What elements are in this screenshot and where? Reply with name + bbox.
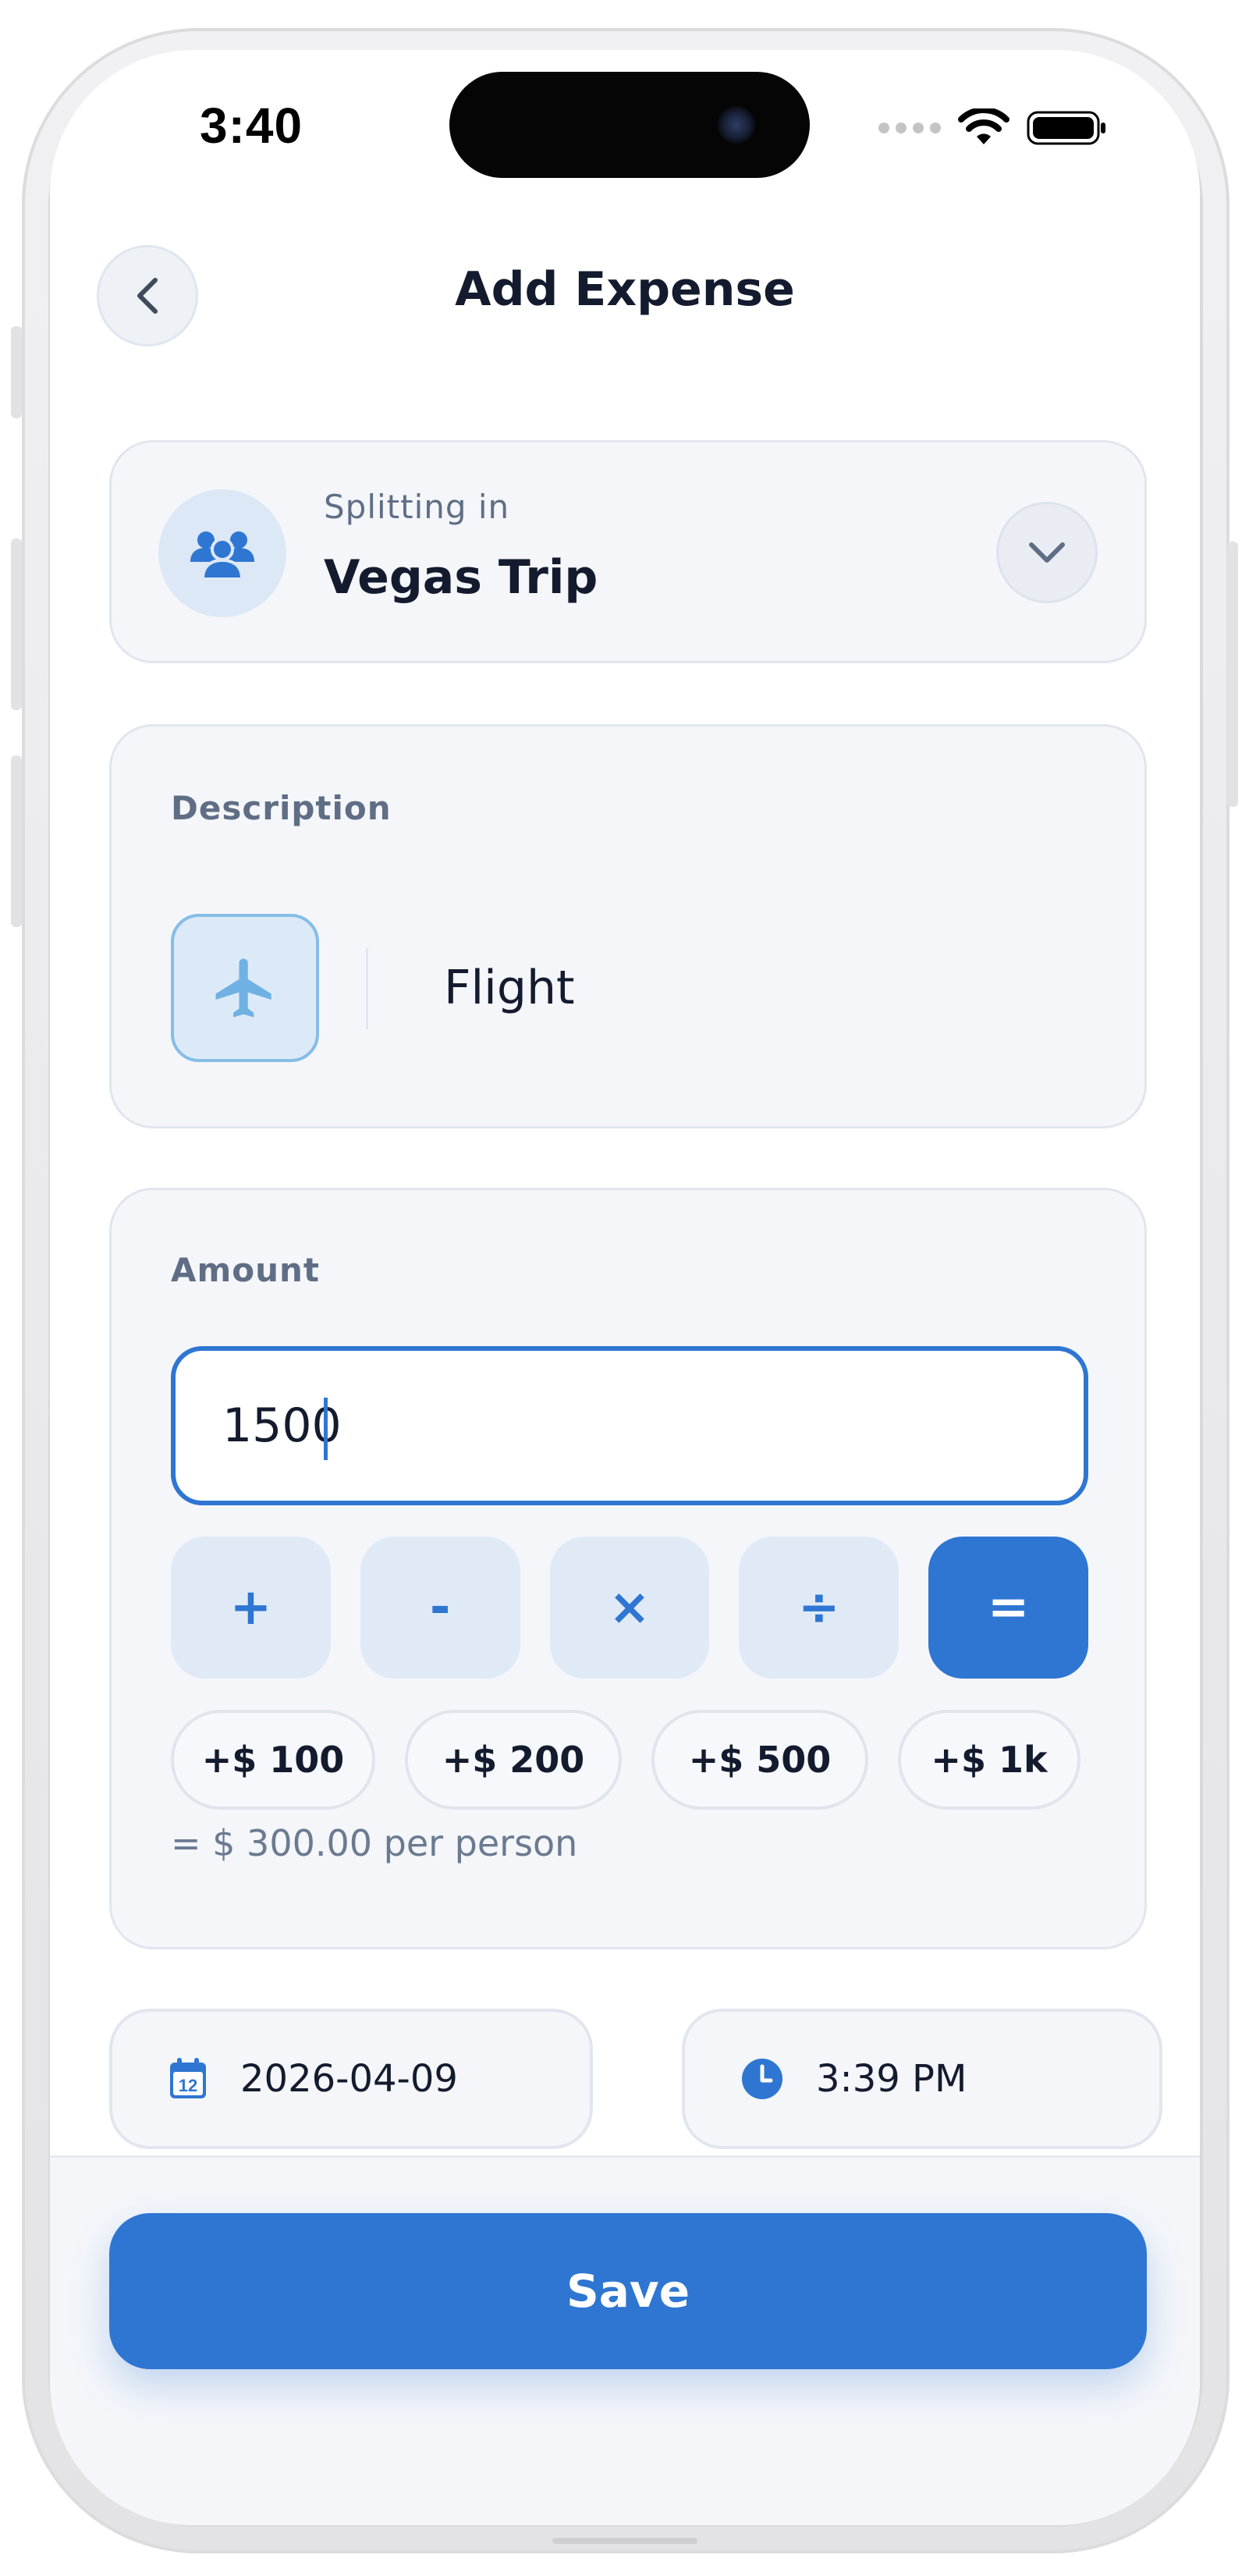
group-dropdown-button[interactable] [996,502,1098,603]
dynamic-island [449,72,810,178]
time-value: 3:39 PM [816,2057,967,2101]
date-picker[interactable]: 12 2026-04-09 [109,2009,593,2149]
group-avatar [158,489,286,617]
equals-button[interactable]: = [928,1537,1088,1679]
front-camera [718,106,755,144]
quick-add-200-chip[interactable]: +$ 200 [405,1710,622,1810]
page-title: Add Expense [455,262,795,317]
quick-add-500-chip[interactable]: +$ 500 [651,1710,868,1810]
quick-add-row: +$ 100 +$ 200 +$ 500 +$ 1k [171,1710,1088,1810]
action-button [11,326,22,418]
wifi-icon [958,108,1009,144]
svg-text:12: 12 [179,2076,197,2095]
plus-operator-button[interactable]: + [171,1537,331,1679]
group-users-icon [190,531,254,581]
description-label: Description [171,789,392,827]
power-button [1227,542,1238,807]
group-name: Vegas Trip [324,550,598,605]
category-picker-button[interactable] [171,914,319,1062]
per-person-amount: = $ 300.00 per person [171,1822,578,1864]
app-screen: 3:40 Add Expense Splitting in Vegas Trip… [50,50,1200,2525]
clock-icon [742,2059,782,2099]
amount-label: Amount [171,1251,321,1289]
quick-add-100-chip[interactable]: +$ 100 [171,1710,375,1810]
cellular-signal-icon [878,123,941,133]
bottom-grip [552,2538,697,2544]
description-divider [366,948,368,1029]
group-selector[interactable]: Splitting in Vegas Trip [109,440,1147,663]
amount-field[interactable] [171,1346,1088,1505]
amount-input[interactable] [176,1351,1084,1501]
minus-operator-button[interactable]: - [360,1537,520,1679]
battery-icon [1027,111,1105,145]
amount-card: Amount + - × ÷ = +$ 100 +$ 200 +$ 500 +$… [109,1188,1147,1949]
calendar-icon: 12 [170,2058,206,2098]
chevron-down-icon [1029,542,1065,563]
description-card: Description [109,724,1147,1128]
text-caret [324,1398,328,1460]
save-button[interactable]: Save [109,2213,1147,2369]
status-time: 3:40 [200,98,303,154]
volume-up-button [11,538,22,710]
time-picker[interactable]: 3:39 PM [682,2009,1162,2149]
divide-operator-button[interactable]: ÷ [739,1537,899,1679]
status-indicators [878,105,1108,151]
quick-add-1k-chip[interactable]: +$ 1k [898,1710,1080,1810]
group-sub-label: Splitting in [324,488,510,526]
volume-down-button [11,755,22,927]
date-value: 2026-04-09 [240,2057,458,2101]
description-input[interactable] [389,929,1091,1046]
multiply-operator-button[interactable]: × [549,1537,710,1679]
operator-row: + - × ÷ = [171,1537,1088,1679]
airplane-icon [215,958,271,1018]
